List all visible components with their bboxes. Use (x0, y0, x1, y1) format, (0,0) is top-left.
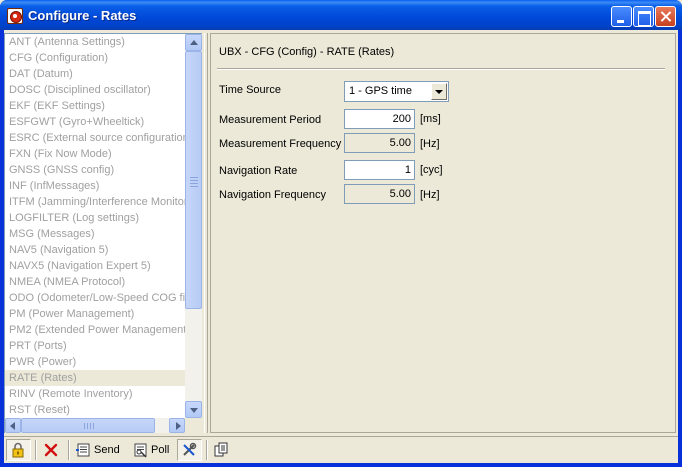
list-item[interactable]: EKF (EKF Settings) (5, 98, 185, 114)
list-item[interactable]: FXN (Fix Now Mode) (5, 146, 185, 162)
divider (217, 68, 665, 70)
message-list: ANT (Antenna Settings) CFG (Configuration… (4, 33, 202, 433)
list-item[interactable]: RINV (Remote Inventory) (5, 386, 185, 402)
toolbar-separator (206, 440, 208, 460)
scroll-right-button[interactable] (169, 418, 185, 433)
lock-icon (10, 442, 26, 458)
list-item[interactable]: GNSS (GNSS config) (5, 162, 185, 178)
horizontal-scrollbar[interactable] (5, 418, 185, 433)
time-source-value: 1 - GPS time (349, 85, 412, 97)
list-item[interactable]: PM2 (Extended Power Management) (5, 322, 185, 338)
list-item[interactable]: ESRC (External source configuration (5, 130, 185, 146)
measurement-frequency-unit: [Hz] (420, 138, 440, 150)
poll-button[interactable]: Poll (130, 439, 174, 461)
list-item[interactable]: CFG (Configuration) (5, 50, 185, 66)
measurement-period-label: Measurement Period (219, 114, 322, 126)
title-bar[interactable]: Configure - Rates (0, 0, 682, 30)
app-icon[interactable] (7, 8, 23, 24)
navigation-rate-unit: [cyc] (420, 164, 443, 176)
measurement-frequency-field: 5.00 (344, 133, 415, 153)
copy-icon (213, 442, 229, 458)
arrow-down-icon (190, 408, 198, 413)
auto-poll-button[interactable] (177, 439, 202, 461)
list-item[interactable]: DAT (Datum) (5, 66, 185, 82)
arrow-up-icon (190, 40, 198, 45)
list-item[interactable]: PWR (Power) (5, 354, 185, 370)
horizontal-scroll-thumb[interactable] (21, 418, 155, 433)
grip-line (190, 183, 198, 184)
list-item[interactable]: DOSC (Disciplined oscillator) (5, 82, 185, 98)
poll-label: Poll (151, 444, 170, 456)
measurement-period-input[interactable]: 200 (344, 109, 415, 129)
minimize-button[interactable] (611, 6, 632, 27)
vertical-scrollbar[interactable] (185, 34, 202, 418)
panel-title: UBX - CFG (Config) - RATE (Rates) (219, 46, 395, 58)
measurement-period-unit: [ms] (420, 113, 441, 125)
navigation-rate-input[interactable]: 1 (344, 160, 415, 180)
tools-icon (181, 442, 197, 458)
list-item[interactable]: LOGFILTER (Log settings) (5, 210, 185, 226)
time-source-select[interactable]: 1 - GPS time (344, 81, 449, 102)
maximize-button[interactable] (633, 6, 654, 27)
grip-line (90, 423, 91, 429)
send-icon (76, 442, 92, 458)
grip-line (87, 423, 88, 429)
list-item[interactable]: ITFM (Jamming/Interference Monitor (5, 194, 185, 210)
list-item[interactable]: MSG (Messages) (5, 226, 185, 242)
time-source-label: Time Source (219, 84, 281, 96)
list-item[interactable]: NMEA (NMEA Protocol) (5, 274, 185, 290)
scroll-up-button[interactable] (185, 34, 202, 51)
grip-line (190, 177, 198, 178)
message-list-items: ANT (Antenna Settings) CFG (Configuration… (5, 34, 185, 418)
list-item[interactable]: ODO (Odometer/Low-Speed COG filt (5, 290, 185, 306)
grip-line (190, 180, 198, 181)
arrow-left-icon (10, 422, 15, 430)
navigation-frequency-label: Navigation Frequency (219, 189, 327, 201)
send-label: Send (94, 444, 120, 456)
scroll-corner (185, 418, 202, 433)
toolbar-separator (35, 440, 37, 460)
grip-line (93, 423, 94, 429)
scroll-left-button[interactable] (5, 418, 21, 433)
window-title: Configure - Rates (28, 8, 137, 23)
list-item[interactable]: RST (Reset) (5, 402, 185, 418)
lock-button[interactable] (6, 439, 31, 461)
navigation-frequency-field: 5.00 (344, 184, 415, 204)
list-item[interactable]: PRT (Ports) (5, 338, 185, 354)
list-item[interactable]: ANT (Antenna Settings) (5, 34, 185, 50)
close-icon (43, 442, 59, 458)
list-item[interactable]: NAV5 (Navigation 5) (5, 242, 185, 258)
list-item[interactable]: PM (Power Management) (5, 306, 185, 322)
grip-line (190, 186, 198, 187)
list-item[interactable]: INF (InfMessages) (5, 178, 185, 194)
list-item[interactable]: RATE (Rates) (5, 370, 185, 386)
toolbar-separator (68, 440, 70, 460)
pane-splitter[interactable] (204, 33, 208, 433)
poll-icon (133, 442, 149, 458)
client-area: ANT (Antenna Settings) CFG (Configuration… (4, 30, 678, 463)
grip-line (84, 423, 85, 429)
navigation-rate-label: Navigation Rate (219, 165, 298, 177)
arrow-right-icon (176, 422, 181, 430)
list-item[interactable]: NAVX5 (Navigation Expert 5) (5, 258, 185, 274)
measurement-frequency-label: Measurement Frequency (219, 138, 342, 150)
bottom-toolbar: Send Poll (4, 436, 678, 462)
configure-window: Configure - Rates ANT (Antenna Settings)… (0, 0, 682, 467)
rate-settings-panel: UBX - CFG (Config) - RATE (Rates) Time S… (210, 33, 676, 433)
list-item[interactable]: ESFGWT (Gyro+Wheeltick) (5, 114, 185, 130)
navigation-frequency-unit: [Hz] (420, 189, 440, 201)
cancel-button[interactable] (40, 439, 64, 461)
vertical-scroll-thumb[interactable] (185, 51, 202, 309)
scroll-down-button[interactable] (185, 401, 202, 418)
send-button[interactable]: Send (73, 439, 127, 461)
chevron-down-icon[interactable] (431, 83, 447, 100)
close-button[interactable] (655, 6, 676, 27)
copy-button[interactable] (210, 439, 234, 461)
